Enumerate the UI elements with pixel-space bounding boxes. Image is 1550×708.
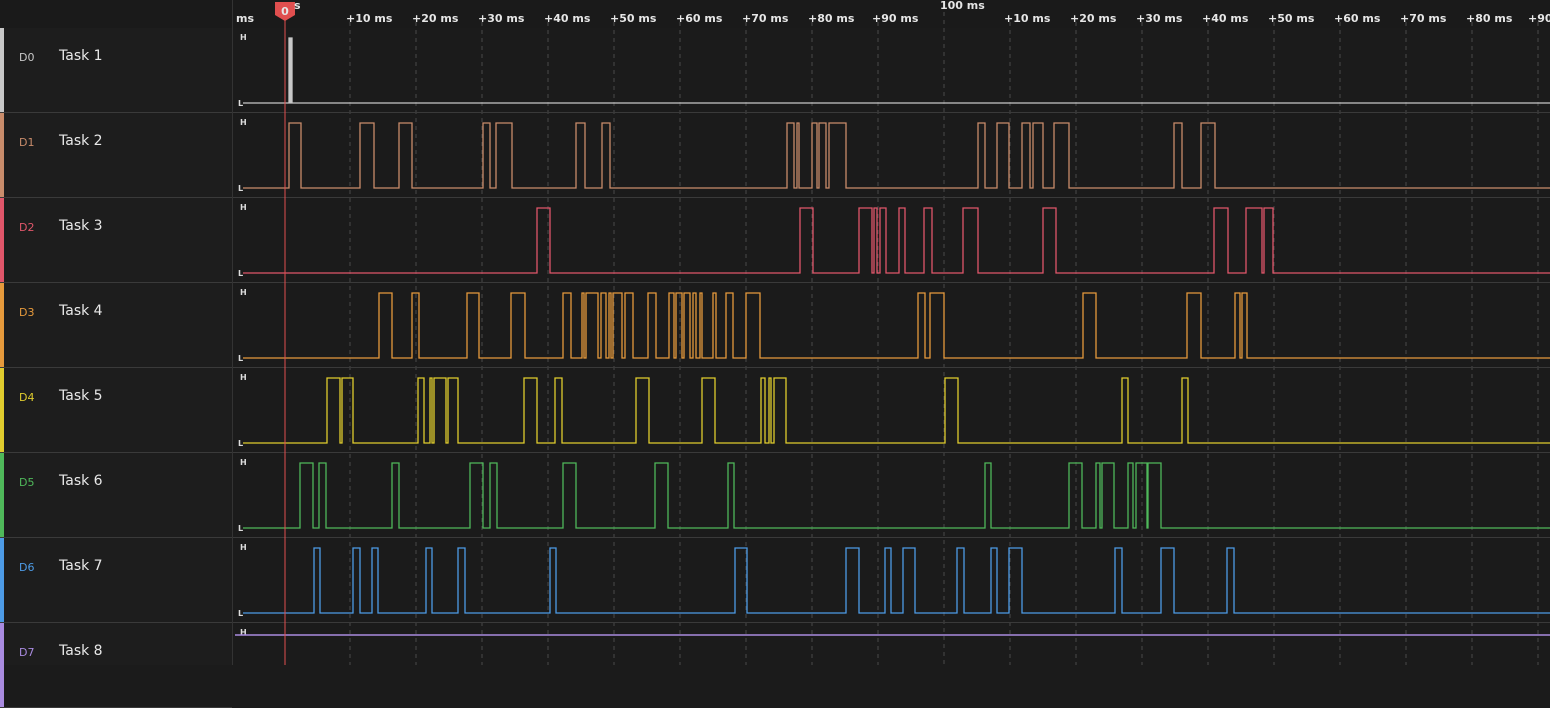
low-level-label: L [238, 439, 243, 448]
low-level-label: L [238, 269, 243, 278]
time-tick-label: +10 ms [346, 12, 393, 25]
time-tick-label: +20 ms [1070, 12, 1117, 25]
low-level-label: L [238, 524, 243, 533]
time-tick-label: +50 ms [610, 12, 657, 25]
time-unit-label: ms [236, 12, 254, 25]
time-tick-label: +80 ms [1466, 12, 1513, 25]
signal-d6 [243, 547, 1550, 614]
time-tick-label: +20 ms [412, 12, 459, 25]
time-tick-label: +40 ms [544, 12, 591, 25]
time-tick-label: +90 ms [872, 12, 919, 25]
high-level-label: H [240, 288, 247, 297]
time-tick-label: +80 ms [808, 12, 855, 25]
time-tick-label: +60 ms [1334, 12, 1381, 25]
high-level-label: H [240, 33, 247, 42]
time-tick-label: +90 [1528, 12, 1550, 25]
major-time-label: 100 ms [940, 0, 985, 12]
signal-d4 [243, 377, 1550, 444]
time-tick-label: +10 ms [1004, 12, 1051, 25]
low-level-label: L [238, 99, 243, 108]
low-level-label: L [238, 354, 243, 363]
time-tick-label: +30 ms [478, 12, 525, 25]
signal-d0 [243, 37, 1550, 104]
time-tick-label: +70 ms [742, 12, 789, 25]
time-tick-label: +70 ms [1400, 12, 1447, 25]
waveform-area[interactable]: +10 ms +20 ms +30 ms +40 ms +50 ms +60 ms +70 … [0, 0, 1550, 665]
signal-d5 [243, 462, 1550, 529]
high-level-label: H [240, 203, 247, 212]
time-marker-suffix: s [294, 0, 301, 12]
high-level-label: H [240, 543, 247, 552]
signal-d2 [243, 207, 1550, 274]
low-level-label: L [238, 609, 243, 618]
low-level-label: L [238, 184, 243, 193]
time-tick-label: +40 ms [1202, 12, 1249, 25]
time-tick-label: +50 ms [1268, 12, 1315, 25]
signal-d3 [243, 292, 1550, 359]
time-tick-label: +60 ms [676, 12, 723, 25]
high-level-label: H [240, 458, 247, 467]
high-level-label: H [240, 373, 247, 382]
high-level-label: H [240, 118, 247, 127]
time-marker-label: 0 [281, 5, 289, 18]
time-tick-label: +30 ms [1136, 12, 1183, 25]
signal-d1 [243, 122, 1550, 189]
